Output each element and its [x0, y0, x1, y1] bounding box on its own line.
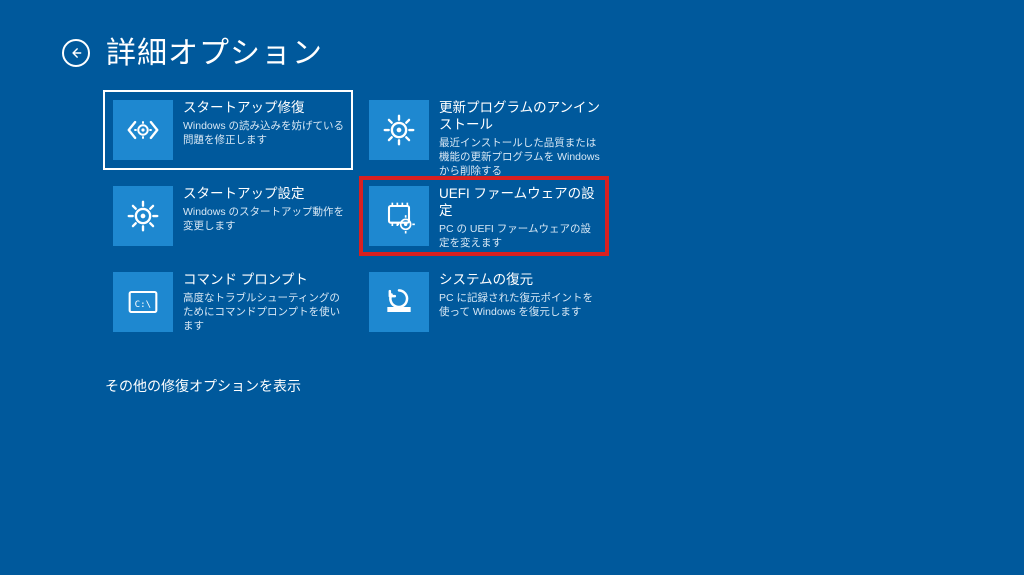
- more-repair-options-link[interactable]: その他の修復オプションを表示: [0, 340, 1024, 396]
- restore-icon: [369, 272, 429, 332]
- tile-title: コマンド プロンプト: [183, 272, 345, 289]
- tile-title: スタートアップ設定: [183, 186, 345, 203]
- tile-uninstall-updates[interactable]: 更新プログラムのアンインストール 最近インストールした品質または機能の更新プログ…: [361, 92, 607, 168]
- tile-desc: PC に記録された復元ポイントを使って Windows を復元します: [439, 291, 601, 319]
- code-brackets-icon: [113, 100, 173, 160]
- tile-desc: Windows の読み込みを妨げている問題を修正します: [183, 119, 345, 147]
- back-arrow-icon: [69, 46, 83, 60]
- page-title: 詳細オプション: [106, 28, 323, 72]
- tile-desc: PC の UEFI ファームウェアの設定を変えます: [439, 222, 601, 250]
- tile-startup-settings[interactable]: スタートアップ設定 Windows のスタートアップ動作を変更します: [105, 178, 351, 254]
- terminal-icon: C:\: [113, 272, 173, 332]
- tile-system-restore[interactable]: システムの復元 PC に記録された復元ポイントを使って Windows を復元し…: [361, 264, 607, 340]
- tile-desc: Windows のスタートアップ動作を変更します: [183, 205, 345, 233]
- tile-uefi-firmware[interactable]: UEFI ファームウェアの設定 PC の UEFI ファームウェアの設定を変えま…: [361, 178, 607, 254]
- tile-title: システムの復元: [439, 272, 601, 289]
- tile-startup-repair[interactable]: スタートアップ修復 Windows の読み込みを妨げている問題を修正します: [105, 92, 351, 168]
- tile-command-prompt[interactable]: C:\ コマンド プロンプト 高度なトラブルシューティングのためにコマンドプロン…: [105, 264, 351, 340]
- chip-gear-icon: [369, 186, 429, 246]
- tile-title: 更新プログラムのアンインストール: [439, 100, 601, 134]
- tile-desc: 最近インストールした品質または機能の更新プログラムを Windows から削除す…: [439, 136, 601, 179]
- tile-title: スタートアップ修復: [183, 100, 345, 117]
- gear-icon: [113, 186, 173, 246]
- back-button[interactable]: [62, 39, 90, 67]
- tile-desc: 高度なトラブルシューティングのためにコマンドプロンプトを使います: [183, 291, 345, 334]
- gear-icon: [369, 100, 429, 160]
- options-grid: スタートアップ修復 Windows の読み込みを妨げている問題を修正します 更新…: [0, 72, 1024, 340]
- svg-text:C:\: C:\: [135, 299, 152, 310]
- tile-title: UEFI ファームウェアの設定: [439, 186, 601, 220]
